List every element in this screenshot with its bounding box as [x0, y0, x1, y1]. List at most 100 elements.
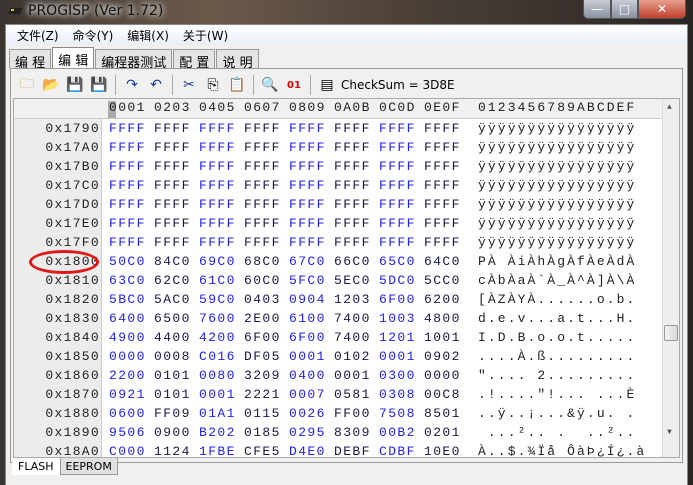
- hex-cell[interactable]: 8309: [334, 425, 371, 440]
- hex-cell[interactable]: FFFF: [109, 121, 146, 136]
- hex-cell[interactable]: 61C0: [199, 273, 236, 288]
- hex-cell[interactable]: FFFF: [244, 216, 281, 231]
- hex-cell[interactable]: 67C0: [289, 254, 326, 269]
- hex-cell[interactable]: FFFF: [154, 197, 191, 212]
- hex-cell[interactable]: 0185: [244, 425, 281, 440]
- hex-cell[interactable]: FFFF: [154, 216, 191, 231]
- hex-cell[interactable]: FFFF: [244, 140, 281, 155]
- hex-cell[interactable]: 0300: [379, 368, 416, 383]
- hex-cell[interactable]: 7508: [379, 406, 416, 421]
- hex-cell[interactable]: 6100: [289, 311, 326, 326]
- hex-cell[interactable]: DEBF: [334, 444, 371, 457]
- hex-cell[interactable]: 5AC0: [154, 292, 191, 307]
- hex-cell[interactable]: 7600: [199, 311, 236, 326]
- hex-cell[interactable]: 3209: [244, 368, 281, 383]
- ascii-cell[interactable]: [ÀZÀYÀ......o.b.: [478, 292, 636, 307]
- hex-cell[interactable]: FFFF: [334, 197, 371, 212]
- hex-cell[interactable]: FFFF: [154, 140, 191, 155]
- hex-cell[interactable]: FFFF: [334, 159, 371, 174]
- hex-cell[interactable]: 66C0: [334, 254, 371, 269]
- hex-cell[interactable]: 64C0: [424, 254, 461, 269]
- hex-cell[interactable]: 59C0: [199, 292, 236, 307]
- binary-icon[interactable]: 01: [282, 74, 306, 96]
- scroll-thumb[interactable]: [664, 325, 678, 341]
- hex-cell[interactable]: 6F00: [379, 292, 416, 307]
- find-icon[interactable]: 🔍: [258, 74, 282, 96]
- minimize-button[interactable]: —: [583, 0, 611, 19]
- ascii-cell[interactable]: ...².. . ..²..: [478, 425, 636, 440]
- hex-cell[interactable]: 62C0: [154, 273, 191, 288]
- hex-cell[interactable]: FFFF: [109, 178, 146, 193]
- hex-cell[interactable]: C016: [199, 349, 236, 364]
- hex-cell[interactable]: FFFF: [199, 178, 236, 193]
- hex-cell[interactable]: 01A1: [199, 406, 236, 421]
- ascii-cell[interactable]: ÿÿÿÿÿÿÿÿÿÿÿÿÿÿÿÿ: [478, 235, 636, 250]
- hex-cell[interactable]: 0080: [199, 368, 236, 383]
- hex-cell[interactable]: 0000: [424, 368, 461, 383]
- ascii-cell[interactable]: ....À.ß.........: [478, 349, 636, 364]
- hex-cell[interactable]: 5EC0: [334, 273, 371, 288]
- hex-cell[interactable]: 7400: [334, 330, 371, 345]
- hex-cell[interactable]: 0581: [334, 387, 371, 402]
- tab-eeprom[interactable]: EEPROM: [59, 458, 118, 475]
- hex-cell[interactable]: 0008: [154, 349, 191, 364]
- hex-cell[interactable]: 0902: [424, 349, 461, 364]
- redo-icon[interactable]: ↷: [120, 74, 144, 96]
- hex-cell[interactable]: FFFF: [379, 159, 416, 174]
- menu-edit[interactable]: 编辑(X): [120, 27, 176, 44]
- hex-cell[interactable]: FFFF: [199, 159, 236, 174]
- hex-cell[interactable]: 0308: [379, 387, 416, 402]
- menu-about[interactable]: 关于(W): [176, 27, 235, 44]
- hex-cell[interactable]: B202: [199, 425, 236, 440]
- hex-cell[interactable]: 0600: [109, 406, 146, 421]
- hex-cell[interactable]: 50C0: [109, 254, 146, 269]
- hex-cell[interactable]: FFFF: [199, 121, 236, 136]
- hex-cell[interactable]: FFFF: [334, 121, 371, 136]
- hex-cell[interactable]: FFFF: [289, 216, 326, 231]
- hex-cell[interactable]: 63C0: [109, 273, 146, 288]
- ascii-cell[interactable]: ÿÿÿÿÿÿÿÿÿÿÿÿÿÿÿÿ: [478, 140, 636, 155]
- hex-cell[interactable]: CFE5: [244, 444, 281, 457]
- hex-cell[interactable]: DF05: [244, 349, 281, 364]
- hex-cell[interactable]: FFFF: [244, 235, 281, 250]
- hex-cell[interactable]: FF09: [154, 406, 191, 421]
- menu-command[interactable]: 命令(Y): [66, 27, 121, 44]
- hex-cell[interactable]: 5BC0: [109, 292, 146, 307]
- hex-cell[interactable]: FFFF: [199, 197, 236, 212]
- hex-cell[interactable]: FFFF: [199, 235, 236, 250]
- hex-cell[interactable]: 60C0: [244, 273, 281, 288]
- hex-cell[interactable]: 2200: [109, 368, 146, 383]
- load-file-icon[interactable]: 📂: [39, 74, 63, 96]
- maximize-button[interactable]: □: [611, 0, 638, 19]
- ascii-cell[interactable]: PÀ ÀiÀhÀgÀfÀeÀdÀ: [478, 254, 636, 269]
- hex-cell[interactable]: 6200: [424, 292, 461, 307]
- hex-cell[interactable]: 0904: [289, 292, 326, 307]
- hex-cell[interactable]: 4900: [109, 330, 146, 345]
- undo-icon[interactable]: ↶: [144, 74, 168, 96]
- hex-cell[interactable]: 0403: [244, 292, 281, 307]
- hex-cell[interactable]: FF00: [334, 406, 371, 421]
- hex-cell[interactable]: 1124: [154, 444, 191, 457]
- hex-cell[interactable]: FFFF: [379, 216, 416, 231]
- hex-cell[interactable]: 4200: [199, 330, 236, 345]
- ascii-cell[interactable]: cÀbÀaÀ`À_À^À]À\À: [478, 273, 636, 288]
- hex-cell[interactable]: FFFF: [244, 178, 281, 193]
- hex-cell[interactable]: 9506: [109, 425, 146, 440]
- hex-cell[interactable]: C000: [109, 444, 146, 457]
- hex-cell[interactable]: 0102: [334, 349, 371, 364]
- hex-cell[interactable]: 69C0: [199, 254, 236, 269]
- ascii-cell[interactable]: À..$.¾Ïå ÔàÞ¿Í¿.à: [478, 444, 646, 457]
- hex-cell[interactable]: 0101: [154, 387, 191, 402]
- cut-icon[interactable]: ✂: [177, 74, 201, 96]
- hex-cell[interactable]: FFFF: [334, 216, 371, 231]
- tab-help[interactable]: 说 明: [216, 49, 259, 71]
- hex-cell[interactable]: 0026: [289, 406, 326, 421]
- paste-icon[interactable]: 📋: [225, 74, 249, 96]
- hex-cell[interactable]: FFFF: [199, 140, 236, 155]
- scroll-down-icon[interactable]: ▼: [667, 428, 672, 437]
- hex-cell[interactable]: FFFF: [154, 121, 191, 136]
- hex-cell[interactable]: 0115: [244, 406, 281, 421]
- hex-cell[interactable]: FFFF: [109, 197, 146, 212]
- hex-cell[interactable]: 00C8: [424, 387, 461, 402]
- hex-cell[interactable]: FFFF: [289, 140, 326, 155]
